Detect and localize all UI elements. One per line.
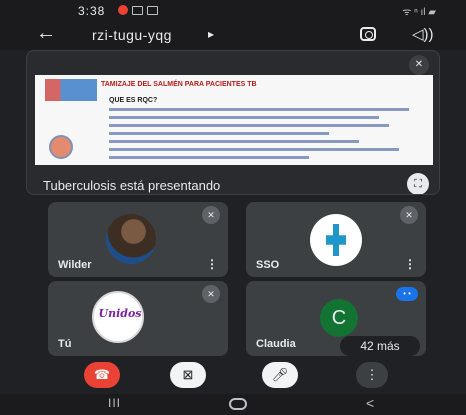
avatar: C (320, 299, 358, 337)
gallery-icon (132, 6, 143, 15)
slide-text-line (109, 148, 399, 151)
slide-text-line (109, 156, 309, 159)
mic-off-icon: ✕ (202, 285, 220, 303)
call-header: ← rzi-tugu-yqg ▸ ◁)) (0, 20, 466, 50)
mic-off-icon: ✕ (400, 206, 418, 224)
status-time: 3:38 (78, 4, 106, 18)
meeting-code[interactable]: rzi-tugu-yqg (92, 27, 172, 43)
participant-name: Tú (58, 338, 72, 350)
avatar (310, 214, 362, 266)
participant-tile-sso[interactable]: ✕ SSO ⋮ (246, 202, 426, 277)
more-participants-badge[interactable]: 42 más (340, 336, 420, 356)
status-icons (118, 5, 158, 15)
slide-seal (49, 135, 73, 159)
presentation-tile[interactable]: ✕ TAMIZAJE DEL SALMÉN PARA PACIENTES TB … (26, 50, 440, 195)
camera-off-button[interactable]: ⊠ (170, 362, 206, 388)
mic-off-icon: ✕ (202, 206, 220, 224)
slide-logo (45, 79, 97, 101)
participant-tile-self[interactable]: ✕ Unidos Tú (48, 281, 228, 356)
slide-title: TAMIZAJE DEL SALMÉN PARA PACIENTES TB (101, 81, 257, 88)
more-options-icon[interactable]: ⋮ (206, 257, 218, 271)
expand-presentation-button[interactable]: ⛶ (407, 173, 429, 194)
speaking-indicator-icon: • • (396, 287, 418, 301)
participant-tile-wilder[interactable]: ✕ Wilder ⋮ (48, 202, 228, 277)
slide-text-line (109, 132, 329, 135)
slide-text-line (109, 108, 409, 111)
screen-icon (147, 6, 158, 15)
more-options-button[interactable]: ⋮ (356, 362, 388, 388)
participant-name: Claudia (256, 338, 296, 350)
slide-text-line (109, 140, 359, 143)
more-options-icon[interactable]: ⋮ (404, 257, 416, 271)
shared-slide: TAMIZAJE DEL SALMÉN PARA PACIENTES TB QU… (35, 75, 433, 165)
avatar (106, 214, 156, 264)
status-bar: 3:38 ᯤ ⁿ ıl ▰ (0, 0, 466, 20)
avatar-logo-text: Unidos (98, 307, 142, 320)
speaker-icon[interactable]: ◁)) (412, 25, 434, 43)
system-nav-bar: III < (0, 394, 466, 415)
home-button[interactable] (229, 398, 247, 410)
back-arrow-icon[interactable]: ← (36, 22, 56, 45)
end-call-button[interactable]: ☎ (84, 362, 120, 388)
switch-camera-icon[interactable] (360, 27, 376, 41)
avatar: Unidos (92, 291, 144, 343)
slide-text-line (109, 116, 379, 119)
medical-cross-icon (326, 224, 346, 256)
caret-right-icon[interactable]: ▸ (208, 27, 214, 41)
signal-battery-icons: ᯤ ⁿ ıl ▰ (402, 7, 436, 18)
participant-name: Wilder (58, 259, 92, 271)
call-controls: ☎ ⊠ 🎤︎ ⋮ (0, 356, 466, 394)
slide-text-line (109, 124, 389, 127)
mic-off-button[interactable]: 🎤︎ (262, 362, 298, 388)
participant-name: SSO (256, 259, 280, 271)
presenter-label: Tuberculosis está presentando (43, 178, 221, 193)
back-button[interactable]: < (366, 395, 374, 411)
recents-button[interactable]: III (108, 396, 121, 410)
recording-icon (118, 5, 128, 15)
mic-off-icon: ✕ (409, 55, 429, 75)
slide-subheading: QUE ES RQC? (109, 97, 158, 104)
